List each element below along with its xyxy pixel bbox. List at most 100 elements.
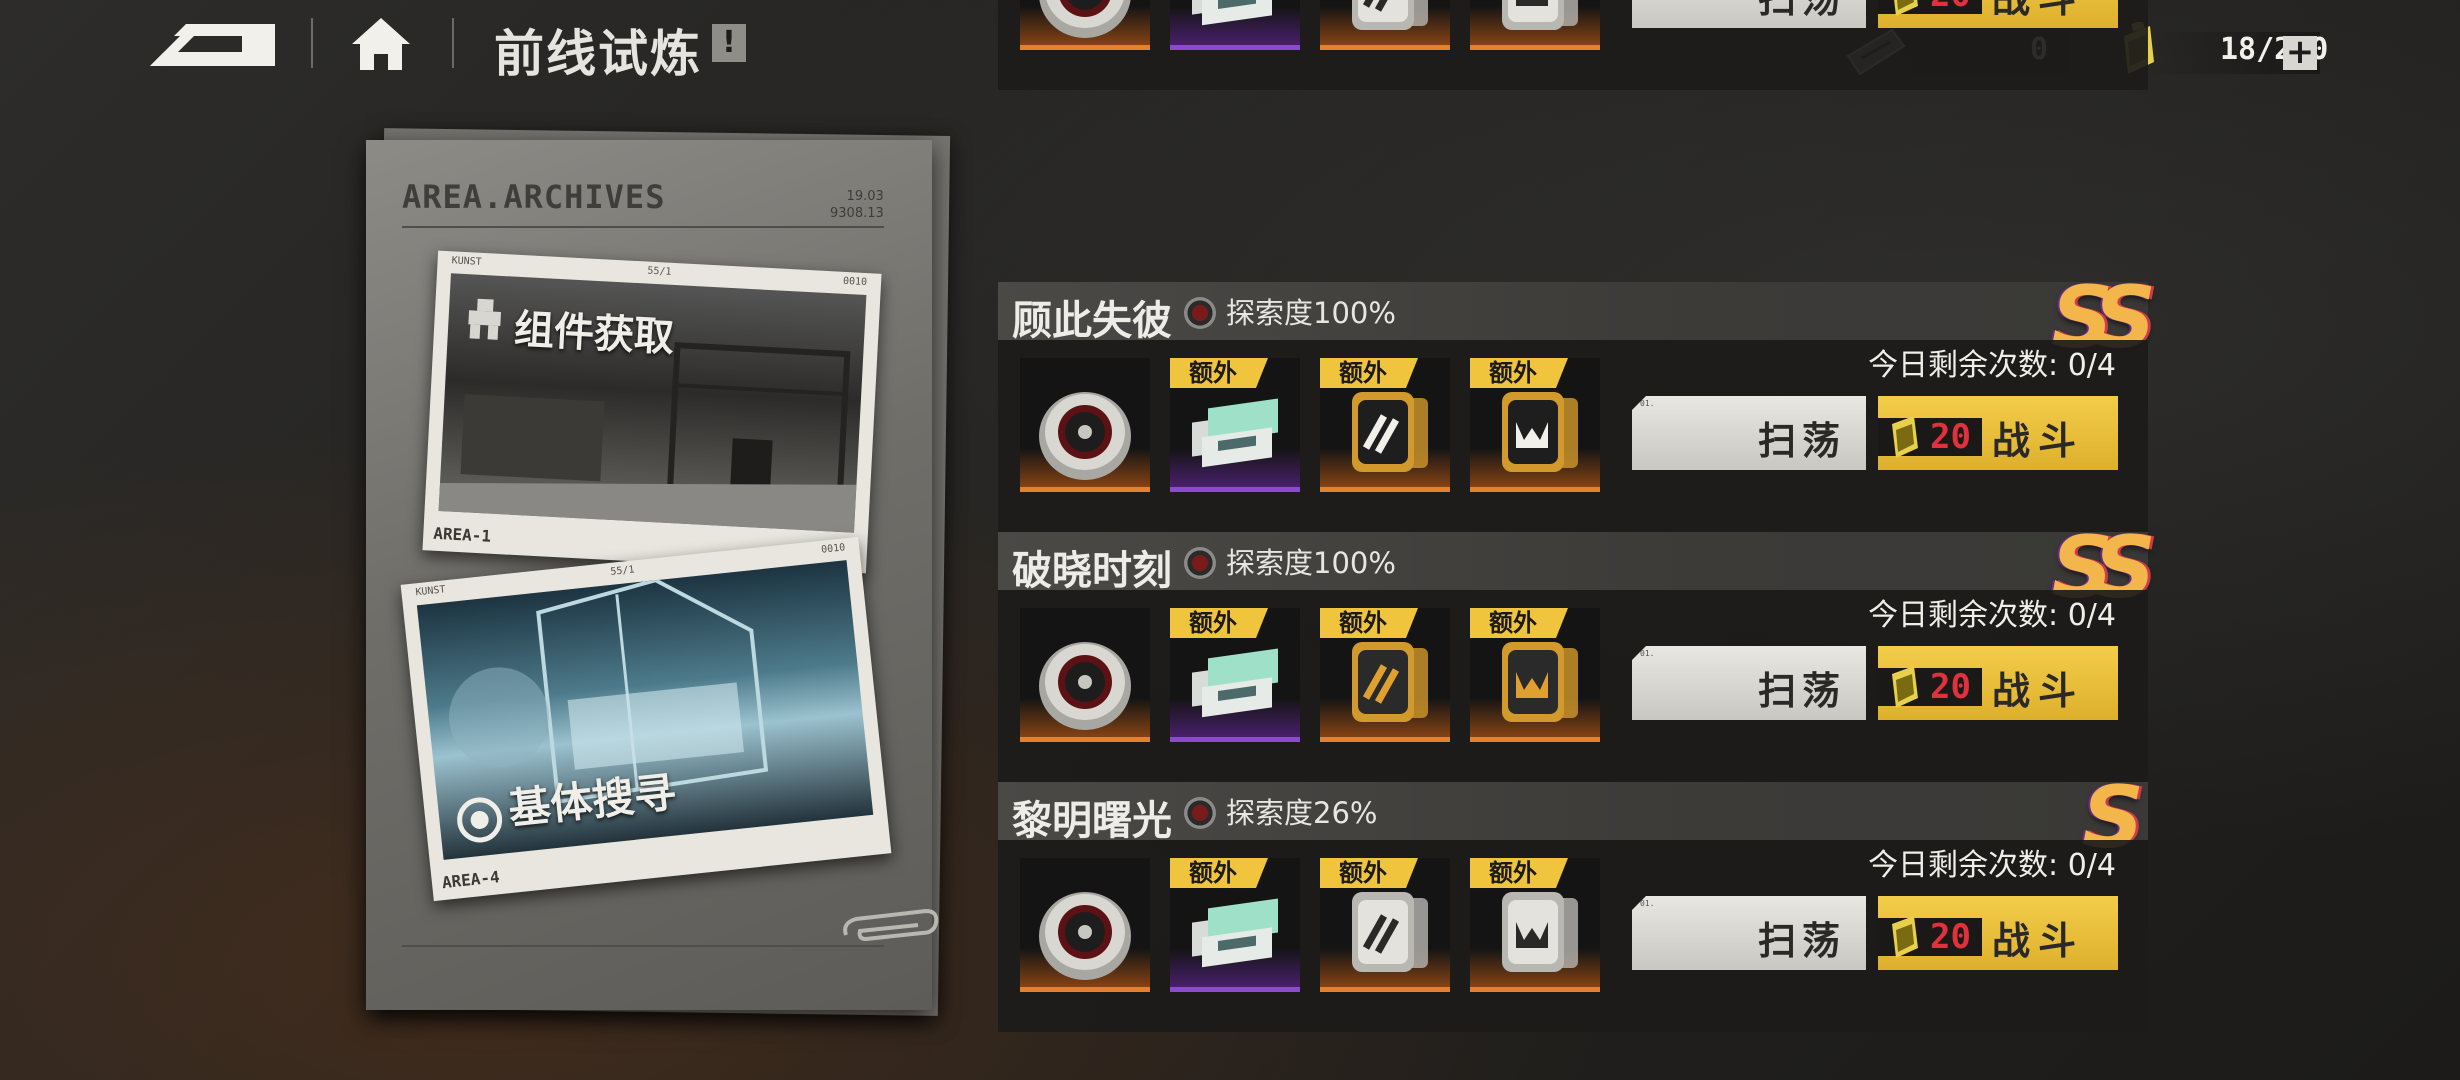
coin-icon — [1039, 392, 1131, 480]
btn-meta: 01. — [1640, 399, 1655, 408]
sweep-label: 扫荡 — [1757, 419, 1846, 463]
add-stamina-button[interactable]: + — [2283, 35, 2317, 70]
fight-label: 战斗 — [1992, 0, 2084, 23]
rarity-strip — [1470, 987, 1600, 992]
back-icon — [150, 24, 275, 66]
card-meta: KUNST — [414, 584, 447, 599]
btn-meta: 01. — [1640, 649, 1655, 658]
archive-rule — [402, 226, 884, 228]
coin-icon — [1039, 0, 1131, 38]
chip-icon — [1502, 892, 1578, 972]
reward-item[interactable]: 额外 — [1170, 608, 1300, 742]
battery-small-icon — [1894, 0, 1918, 16]
area-tag: AREA-1 — [432, 523, 492, 546]
reward-item[interactable]: 额外 — [1170, 358, 1300, 492]
reward-item[interactable] — [1020, 358, 1150, 492]
reward-item[interactable]: 额外 — [1470, 358, 1600, 492]
rarity-strip — [1170, 737, 1300, 742]
target-icon — [457, 797, 503, 843]
stage-body: 额外 额外 额外 — [998, 340, 2148, 532]
reward-item[interactable]: 额外 — [1320, 608, 1450, 742]
coin-icon — [1039, 892, 1131, 980]
home-button[interactable] — [350, 16, 412, 72]
divider — [452, 18, 454, 68]
chip-icon — [1352, 642, 1428, 722]
reward-item[interactable]: 额外 — [1320, 858, 1450, 992]
explore-progress: 探索度100% — [1184, 546, 1396, 580]
rarity-strip — [1020, 487, 1150, 492]
sweep-label: 扫荡 — [1758, 0, 1846, 23]
coin-icon — [1039, 642, 1131, 730]
reward-item[interactable] — [1020, 608, 1150, 742]
card-meta: 55/1 — [609, 564, 636, 578]
archive-rule — [402, 945, 884, 947]
card-meta: 55/1 — [647, 265, 672, 278]
chip-icon — [1502, 642, 1578, 722]
back-button[interactable] — [150, 22, 275, 68]
card-meta: 0010 — [842, 275, 868, 289]
reward-item[interactable]: 额外 — [1320, 0, 1450, 50]
fight-cost: 20 — [1930, 917, 1971, 957]
stage-name: 顾此失彼 — [1012, 298, 1172, 344]
rarity-strip — [1320, 45, 1450, 50]
fight-button[interactable]: 20 战斗 — [1878, 396, 2118, 470]
fight-cost-box: 20 — [1878, 416, 1982, 458]
card-meta: KUNST — [451, 255, 482, 268]
sweep-label: 扫荡 — [1757, 919, 1846, 963]
reward-item[interactable]: 额外 — [1320, 358, 1450, 492]
fight-cost: 20 — [1930, 0, 1971, 14]
fight-cost-box: 20 — [1878, 0, 1982, 16]
paperclip-icon — [843, 908, 939, 942]
rarity-strip — [1020, 45, 1150, 50]
fight-button[interactable]: 20 战斗 — [1878, 0, 2118, 28]
reward-item[interactable]: 额外 — [1170, 858, 1300, 992]
stage-name: 黎明曙光 — [1012, 798, 1172, 844]
explore-icon — [1184, 547, 1216, 579]
area-photo: 基体搜寻 — [416, 560, 874, 860]
chip-icon — [1352, 892, 1428, 972]
mech-icon — [468, 298, 502, 340]
sweep-button[interactable]: 01. 扫荡 — [1632, 896, 1866, 970]
area-card-matrix[interactable]: KUNST 55/1 0010 基体搜寻 AREA-4 — [400, 536, 892, 902]
sweep-label: 扫荡 — [1757, 669, 1846, 713]
reward-item[interactable]: 额外 — [1470, 0, 1600, 50]
fight-label: 战斗 — [1991, 419, 2084, 463]
chip-icon — [1352, 0, 1428, 30]
fight-label: 战斗 — [1991, 919, 2084, 963]
chip-icon — [1502, 392, 1578, 472]
stage-name: 破晓时刻 — [1012, 548, 1172, 594]
page-title: 前线试炼 — [494, 25, 702, 83]
battery-small-icon — [1892, 666, 1918, 708]
area-card-component[interactable]: KUNST 55/1 0010 组件获取 AREA-1 — [422, 250, 882, 574]
archive-code: 19.03 9308.13 — [830, 188, 884, 222]
explore-value: 探索度26% — [1226, 796, 1378, 830]
rarity-strip — [1470, 737, 1600, 742]
rarity-strip — [1320, 487, 1450, 492]
fight-cost: 20 — [1930, 417, 1971, 457]
cash-icon — [1192, 0, 1278, 26]
stage-body: 额外 额外 额外 — [998, 0, 2148, 90]
stage-header: 顾此失彼 探索度100% SS — [998, 268, 2156, 368]
chip-icon — [1502, 0, 1578, 30]
rarity-strip — [1020, 987, 1150, 992]
rarity-strip — [1170, 987, 1300, 992]
sweep-button[interactable]: 01. 扫荡 — [1632, 396, 1866, 470]
reward-item[interactable]: 额外 — [1170, 0, 1300, 50]
stage-body: 额外 额外 额外 — [998, 840, 2148, 1032]
area-photo: 组件获取 — [438, 273, 867, 533]
sweep-button[interactable]: 01. 扫荡 — [1632, 646, 1866, 720]
fight-cost: 20 — [1930, 667, 1971, 707]
btn-meta: 01. — [1640, 899, 1655, 908]
stage-header: 黎明曙光 探索度26% S — [998, 768, 2148, 868]
reward-item[interactable]: 额外 — [1470, 858, 1600, 992]
chip-icon — [1352, 392, 1428, 472]
battery-small-icon — [1892, 416, 1918, 458]
fight-button[interactable]: 20 战斗 — [1878, 896, 2118, 970]
info-button[interactable]: ! — [712, 24, 746, 62]
reward-item[interactable] — [1020, 858, 1150, 992]
reward-item[interactable]: 额外 — [1470, 608, 1600, 742]
reward-item[interactable] — [1020, 0, 1150, 50]
fight-button[interactable]: 20 战斗 — [1878, 646, 2118, 720]
fight-cost-box: 20 — [1878, 666, 1982, 708]
sweep-button[interactable]: 01. 扫荡 — [1632, 0, 1866, 28]
